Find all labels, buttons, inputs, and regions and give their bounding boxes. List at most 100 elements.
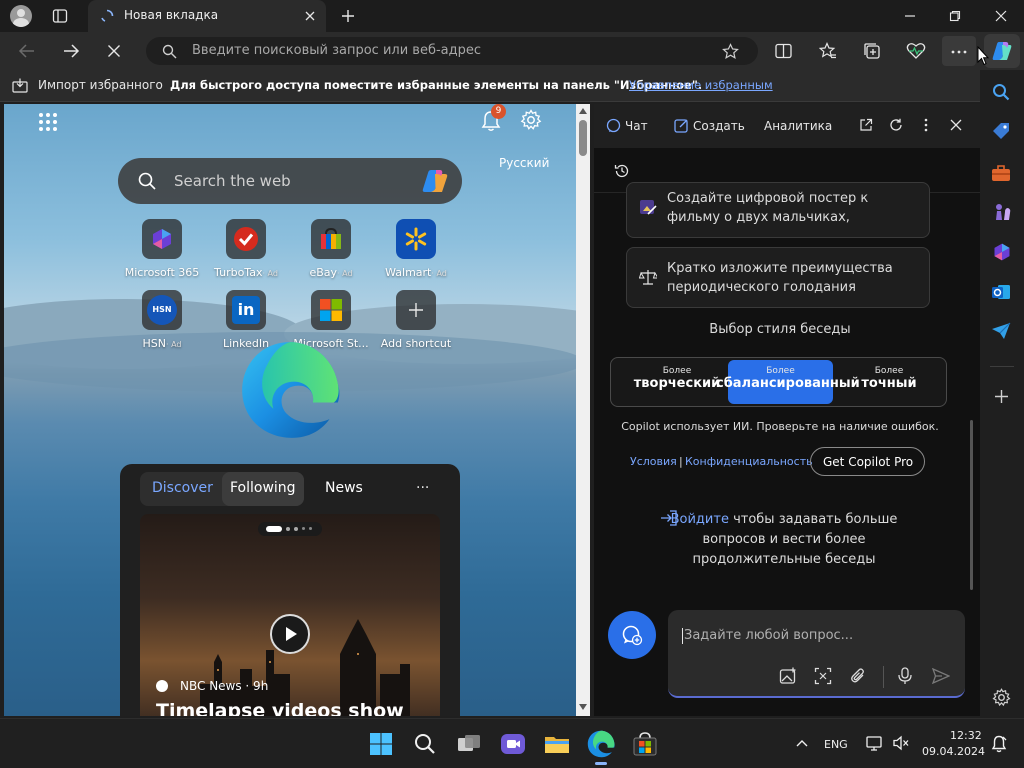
add-image-icon[interactable] — [779, 667, 797, 685]
minimize-icon[interactable] — [904, 10, 916, 22]
tab-chat[interactable]: Чат — [625, 119, 648, 133]
clock-time[interactable]: 12:32 — [950, 729, 982, 742]
scrollbar-thumb[interactable] — [579, 120, 587, 156]
close-tab-icon[interactable] — [304, 10, 316, 22]
start-windows-icon[interactable] — [366, 729, 396, 759]
page-settings-gear-icon[interactable] — [520, 109, 542, 131]
ebay-icon — [311, 219, 351, 259]
manage-favorites-link[interactable]: Управление избранным — [629, 78, 773, 92]
search-icon — [162, 44, 177, 59]
show-hidden-icons-chevron-icon[interactable] — [796, 739, 808, 747]
style-balanced[interactable]: Более сбалансированный — [716, 360, 860, 404]
tile-ebay[interactable]: eBay· Ad — [286, 219, 376, 279]
forward-icon[interactable] — [62, 43, 80, 59]
feed-more-button[interactable]: ··· — [416, 480, 429, 496]
signin-text: чтобы задавать больше — [728, 512, 898, 527]
split-screen-icon[interactable] — [775, 43, 792, 59]
teams-meet-icon[interactable] — [498, 729, 528, 759]
restore-icon[interactable] — [949, 10, 961, 22]
drop-send-icon[interactable] — [991, 322, 1011, 340]
sidebar-search-icon[interactable] — [992, 83, 1010, 101]
file-explorer-icon[interactable] — [542, 729, 572, 759]
notifications-center-icon[interactable] — [990, 735, 1008, 753]
outlook-icon[interactable] — [991, 282, 1011, 302]
close-window-icon[interactable] — [995, 10, 1007, 22]
address-placeholder: Введите поисковый запрос или веб-адрес — [192, 43, 482, 58]
address-input[interactable]: Введите поисковый запрос или веб-адрес — [146, 37, 758, 65]
shopping-tag-icon[interactable] — [991, 121, 1011, 141]
suggestion-card[interactable]: Кратко изложите преимущества периодическ… — [626, 247, 930, 308]
tab-news[interactable]: News — [325, 480, 363, 496]
close-pane-icon[interactable] — [950, 119, 962, 131]
new-topic-button[interactable] — [608, 611, 656, 659]
back-icon[interactable] — [18, 43, 36, 59]
games-chess-icon[interactable] — [992, 202, 1012, 222]
browser-essentials-icon[interactable] — [906, 42, 926, 60]
scroll-down-icon[interactable] — [579, 704, 587, 710]
tile-add-shortcut[interactable]: Add shortcut — [371, 290, 461, 350]
news-card[interactable]: NBC News · 9h Timelapse videos show — [140, 514, 440, 716]
import-favorites-link[interactable]: Импорт избранного — [38, 78, 163, 92]
refresh-icon[interactable] — [889, 118, 903, 132]
style-small-label: Более — [662, 366, 692, 376]
stop-loading-icon[interactable] — [107, 44, 121, 58]
tile-walmart[interactable]: Walmart· Ad — [371, 219, 461, 279]
edge-taskbar-icon[interactable] — [586, 729, 616, 765]
microphone-icon[interactable] — [897, 667, 913, 685]
signin-text: вопросов и вести более — [702, 532, 866, 547]
privacy-link[interactable]: Конфиденциальность — [685, 455, 813, 468]
pane-scrollbar[interactable] — [970, 420, 973, 590]
terms-link[interactable]: Условия — [630, 455, 677, 468]
tab-discover[interactable]: Discover — [152, 480, 213, 496]
profile-avatar[interactable] — [10, 5, 32, 27]
favorites-bar: Импорт избранного Для быстрого доступа п… — [0, 70, 1024, 102]
tools-toolbox-icon[interactable] — [991, 164, 1011, 182]
microsoft-365-sidebar-icon[interactable] — [992, 242, 1012, 262]
news-headline[interactable]: Timelapse videos show — [156, 700, 404, 716]
page-scrollbar[interactable] — [576, 104, 590, 716]
tab-new-tab[interactable]: Новая вкладка — [88, 0, 326, 32]
input-language[interactable]: ENG — [824, 738, 848, 751]
network-icon[interactable] — [866, 735, 884, 751]
signin-link[interactable]: Войдите — [671, 512, 729, 527]
open-in-new-tab-icon[interactable] — [859, 118, 873, 132]
tile-turbotax[interactable]: TurboTax· Ad — [201, 219, 291, 279]
carousel-dots[interactable] — [258, 522, 322, 536]
attach-icon[interactable] — [849, 667, 867, 685]
favorites-icon[interactable] — [819, 42, 837, 60]
suggestion-card[interactable]: Создайте цифровой постер к фильму о двух… — [626, 182, 930, 238]
chat-input[interactable]: Задайте любой вопрос... — [668, 610, 965, 698]
clock-date[interactable]: 09.04.2024 — [922, 745, 985, 758]
volume-muted-icon[interactable] — [892, 735, 910, 751]
copilot-pro-button[interactable]: Get Copilot Pro — [810, 447, 925, 476]
play-button[interactable] — [270, 614, 310, 654]
microsoft-store-taskbar-icon[interactable] — [630, 729, 660, 759]
collections-icon[interactable] — [863, 42, 881, 60]
apps-launcher-icon[interactable] — [38, 112, 58, 132]
scroll-up-icon[interactable] — [579, 108, 587, 114]
tile-microsoft-365[interactable]: Microsoft 365 — [117, 219, 207, 279]
add-favorite-star-icon[interactable] — [722, 43, 739, 60]
copilot-search-icon[interactable] — [420, 167, 450, 195]
language-selector[interactable]: Русский — [499, 156, 549, 170]
vertical-tabs-icon[interactable] — [52, 8, 68, 24]
copilot-button[interactable] — [984, 34, 1020, 68]
send-icon[interactable] — [932, 668, 950, 684]
task-view-icon[interactable] — [454, 729, 484, 759]
web-search-input[interactable]: Search the web — [118, 158, 462, 204]
history-icon[interactable] — [614, 163, 630, 179]
sidebar-settings-gear-icon[interactable] — [992, 688, 1011, 707]
screenshot-icon[interactable] — [814, 667, 832, 685]
style-precise[interactable]: Более точный — [849, 360, 929, 404]
add-sidebar-app-icon[interactable] — [994, 389, 1009, 404]
suggestion-text: Кратко изложите преимущества периодическ… — [667, 261, 893, 295]
tab-create[interactable]: Создать — [693, 119, 745, 133]
new-tab-icon[interactable] — [340, 8, 356, 24]
tile-hsn[interactable]: HSN HSN· Ad — [117, 290, 207, 350]
tab-analytics[interactable]: Аналитика — [764, 119, 832, 133]
settings-more-button[interactable] — [942, 36, 976, 66]
more-options-icon[interactable] — [924, 118, 928, 132]
style-creative[interactable]: Более творческий — [627, 360, 727, 404]
taskbar-search-icon[interactable] — [410, 729, 440, 759]
tab-following[interactable]: Following — [230, 480, 296, 496]
